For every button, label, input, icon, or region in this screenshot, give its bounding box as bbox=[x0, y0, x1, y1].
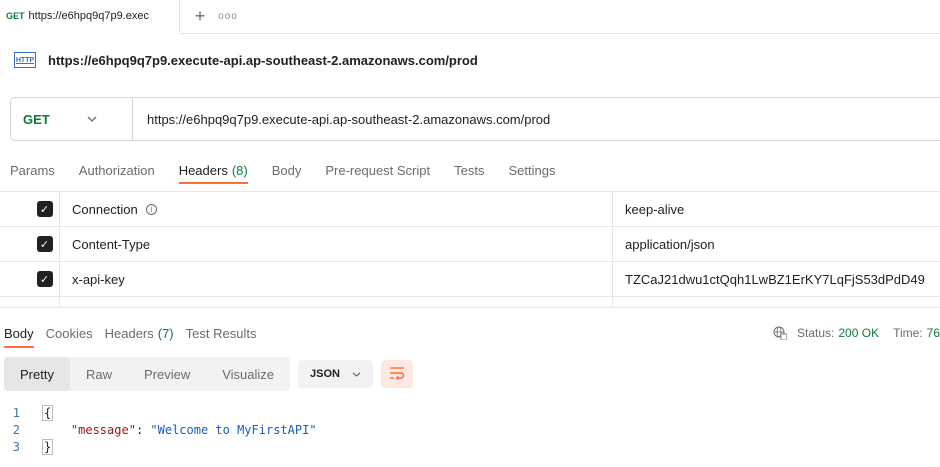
chevron-down-icon bbox=[87, 113, 97, 125]
pretty-button[interactable]: Pretty bbox=[4, 357, 70, 391]
tab-headers[interactable]: Headers (8) bbox=[167, 152, 260, 188]
table-row: ✓ x-api-key TZCaJ21dwu1ctQqh1LwBZ1ErKY7L… bbox=[0, 261, 940, 297]
request-name[interactable]: https://e6hpq9q7p9.execute-api.ap-southe… bbox=[48, 53, 478, 68]
header-key-cell[interactable]: Content-Type bbox=[60, 227, 613, 261]
chevron-down-icon bbox=[352, 369, 361, 380]
code-line: 3 } bbox=[0, 438, 317, 455]
table-row: ✓ Connection i keep-alive bbox=[0, 191, 940, 227]
header-value-cell[interactable]: application/json bbox=[613, 227, 940, 261]
line-number: 2 bbox=[12, 422, 20, 437]
request-tab[interactable]: GET https://e6hpq9q7p9.exec bbox=[0, 0, 180, 34]
response-tabs: Body Cookies Headers (7) Test Results Sta… bbox=[0, 318, 940, 348]
headers-table: ✓ Connection i keep-alive ✓ Content-Type … bbox=[0, 191, 940, 308]
format-dropdown[interactable]: JSON bbox=[298, 360, 373, 388]
close-brace: } bbox=[42, 438, 54, 455]
json-key: "message" bbox=[70, 422, 136, 437]
response-headers-count: (7) bbox=[157, 325, 174, 341]
tab-body[interactable]: Body bbox=[260, 152, 314, 188]
preview-button[interactable]: Preview bbox=[128, 357, 206, 391]
tab-title: https://e6hpq9q7p9.exec bbox=[28, 9, 149, 22]
request-title-bar: HTTP https://e6hpq9q7p9.execute-api.ap-s… bbox=[14, 52, 478, 68]
response-status: Status: 200 OK Time: 76 bbox=[773, 318, 940, 348]
tab-response-body[interactable]: Body bbox=[0, 318, 40, 348]
json-value: "Welcome to MyFirstAPI" bbox=[150, 422, 317, 437]
header-key-cell[interactable]: Connection i bbox=[60, 192, 613, 226]
status-code[interactable]: 200 OK bbox=[838, 326, 879, 340]
response-toolbar: Pretty Raw Preview Visualize JSON bbox=[4, 357, 413, 391]
tab-strip: GET https://e6hpq9q7p9.exec + ooo bbox=[0, 0, 940, 34]
raw-button[interactable]: Raw bbox=[70, 357, 128, 391]
tab-response-headers[interactable]: Headers (7) bbox=[99, 318, 180, 348]
table-row-partial bbox=[0, 296, 940, 308]
method-label: GET bbox=[23, 111, 50, 127]
tab-settings[interactable]: Settings bbox=[496, 152, 567, 188]
line-number: 1 bbox=[12, 405, 20, 420]
tab-params[interactable]: Params bbox=[0, 152, 67, 188]
header-value-cell[interactable]: TZCaJ21dwu1ctQqh1LwBZ1ErKY7LqFjS53dPdD49 bbox=[613, 262, 940, 296]
visualize-button[interactable]: Visualize bbox=[206, 357, 290, 391]
header-enabled-checkbox[interactable]: ✓ bbox=[36, 236, 53, 252]
globe-icon[interactable] bbox=[773, 326, 788, 341]
http-icon: HTTP bbox=[14, 52, 36, 68]
code-line: 2 "message": "Welcome to MyFirstAPI" bbox=[0, 421, 317, 438]
url-bar: GET bbox=[10, 97, 940, 141]
headers-count: (8) bbox=[231, 162, 248, 178]
more-tabs-button[interactable]: ooo bbox=[214, 0, 242, 34]
view-mode-selector: Pretty Raw Preview Visualize bbox=[4, 357, 291, 391]
tab-cookies[interactable]: Cookies bbox=[40, 318, 99, 348]
tab-authorization[interactable]: Authorization bbox=[67, 152, 167, 188]
header-enabled-checkbox[interactable]: ✓ bbox=[36, 271, 53, 287]
url-input[interactable] bbox=[133, 98, 940, 140]
tab-tests[interactable]: Tests bbox=[442, 152, 496, 188]
header-enabled-checkbox[interactable]: ✓ bbox=[36, 201, 53, 217]
tab-method-badge: GET bbox=[6, 10, 25, 21]
time-label: Time: bbox=[893, 326, 923, 340]
response-body-code[interactable]: 1 { 2 "message": "Welcome to MyFirstAPI"… bbox=[0, 404, 317, 455]
request-tabs: Params Authorization Headers (8) Body Pre… bbox=[0, 152, 567, 188]
tab-test-results[interactable]: Test Results bbox=[180, 318, 263, 348]
response-time[interactable]: 76 bbox=[927, 326, 940, 340]
new-tab-button[interactable]: + bbox=[186, 0, 214, 34]
code-line: 1 { bbox=[0, 404, 317, 421]
format-label: JSON bbox=[310, 368, 340, 380]
tab-pre-request-script[interactable]: Pre-request Script bbox=[313, 152, 442, 188]
info-icon[interactable]: i bbox=[145, 203, 157, 215]
table-row: ✓ Content-Type application/json bbox=[0, 226, 940, 262]
status-label: Status: bbox=[797, 326, 835, 340]
open-brace: { bbox=[42, 404, 54, 421]
header-key-cell[interactable]: x-api-key bbox=[60, 262, 613, 296]
wrap-icon bbox=[389, 366, 405, 383]
line-number: 3 bbox=[12, 439, 20, 454]
wrap-lines-button[interactable] bbox=[381, 360, 413, 388]
method-dropdown[interactable]: GET bbox=[11, 98, 133, 140]
header-value-cell[interactable]: keep-alive bbox=[613, 192, 940, 226]
